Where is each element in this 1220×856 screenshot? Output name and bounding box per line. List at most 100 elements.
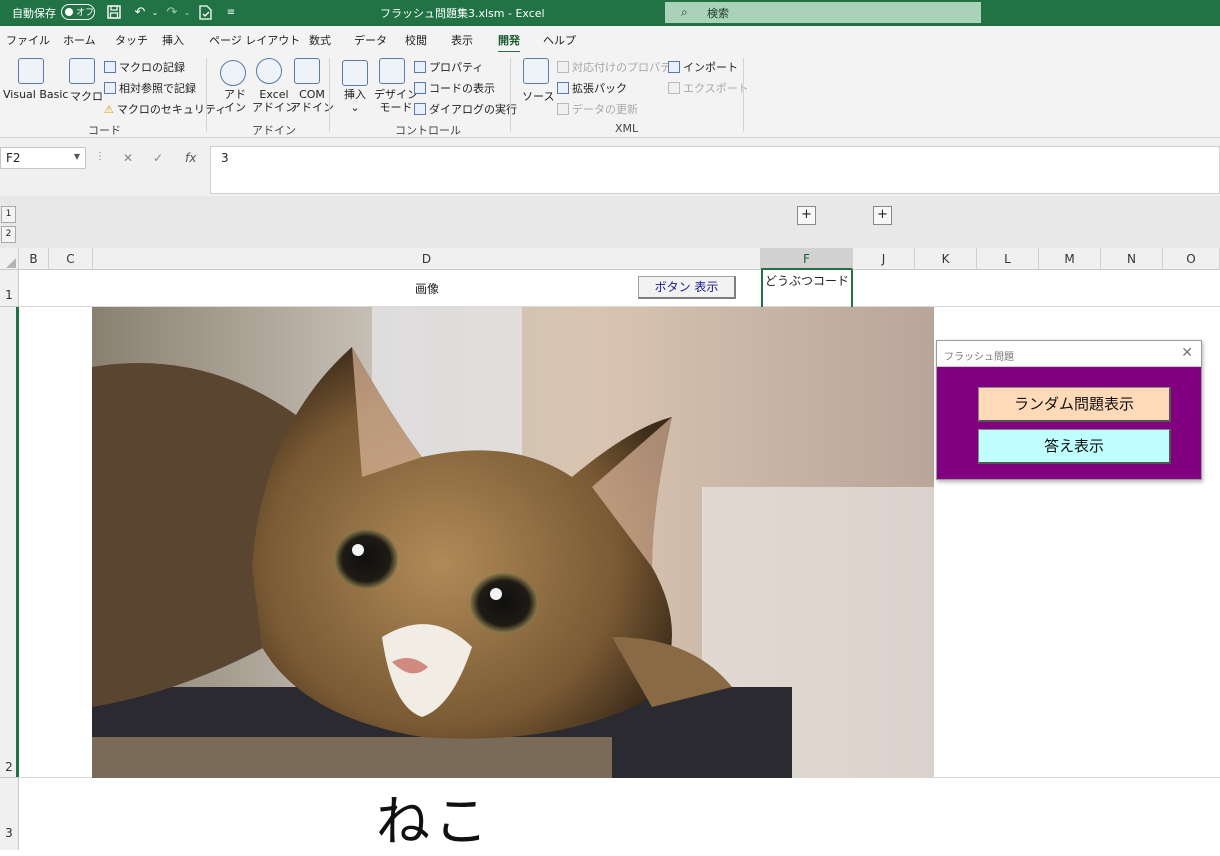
com-addin-button[interactable]: COM アドイン [290, 88, 334, 114]
macro-icon [69, 58, 95, 84]
select-all-corner[interactable] [0, 248, 19, 270]
warning-icon: ⚠ [104, 103, 114, 116]
insert-control-button[interactable]: 挿入 ⌄ [344, 88, 366, 114]
outline-level-2-button[interactable]: 2 [1, 226, 16, 243]
row-header-1[interactable]: 1 [0, 288, 18, 302]
excel-addin-label-1: Excel [259, 88, 289, 101]
column-header-k[interactable]: K [915, 248, 977, 270]
xml-source-icon [523, 58, 549, 84]
row-headers: 1 2 3 [0, 270, 19, 850]
addin-label-2: イン [224, 101, 246, 114]
column-header-j[interactable]: J [853, 248, 915, 270]
view-code-label: コードの表示 [429, 82, 495, 95]
import-button[interactable]: インポート [668, 59, 738, 75]
autosave-toggle[interactable]: オフ [61, 4, 95, 20]
column-header-c[interactable]: C [49, 248, 93, 270]
document-icon[interactable] [196, 3, 214, 21]
tab-home[interactable]: ホーム [63, 32, 96, 48]
run-dialog-label: ダイアログの実行 [429, 103, 517, 116]
column-headers: B C D F J K L M N O [0, 248, 1220, 270]
refresh-data-button[interactable]: データの更新 [557, 101, 638, 117]
tab-view[interactable]: 表示 [451, 32, 473, 48]
tab-data[interactable]: データ [354, 32, 387, 48]
map-properties-button[interactable]: 対応付けのプロパティ [557, 59, 681, 75]
xml-source-button[interactable]: ソース [522, 88, 554, 104]
group-separator [206, 58, 207, 132]
column-header-m[interactable]: M [1039, 248, 1101, 270]
visual-basic-button[interactable]: Visual Basic [3, 88, 68, 101]
controls-group-label: コントロール [395, 124, 461, 137]
save-icon[interactable] [105, 3, 123, 21]
export-button[interactable]: エクスポート [668, 80, 749, 96]
addin-label-1: アド [224, 88, 246, 101]
view-code-button[interactable]: コードの表示 [414, 80, 495, 96]
cell-d1[interactable]: 画像 [415, 280, 439, 297]
column-header-o[interactable]: O [1163, 248, 1220, 270]
column-header-n[interactable]: N [1101, 248, 1163, 270]
undo-dropdown-icon[interactable]: ⌄ [146, 3, 164, 21]
show-answer-button[interactable]: 答え表示 [978, 429, 1171, 464]
addin-button[interactable]: アド イン [224, 88, 246, 114]
expansion-packs-button[interactable]: 拡張パック [557, 80, 627, 96]
insert-function-icon[interactable]: fx [185, 151, 196, 165]
random-question-button[interactable]: ランダム問題表示 [978, 387, 1171, 422]
properties-label: プロパティ [429, 61, 484, 74]
row-header-2[interactable]: 2 [0, 760, 18, 774]
design-mode-button[interactable]: デザイン モード [374, 88, 418, 114]
customize-qat-icon[interactable]: ≡ [222, 3, 240, 21]
close-icon[interactable]: ✕ [1181, 345, 1193, 361]
autosave-label: 自動保存 [12, 7, 56, 20]
record-macro-icon [104, 61, 116, 73]
tab-help[interactable]: ヘルプ [543, 32, 576, 48]
formula-input[interactable]: 3 [210, 146, 1220, 194]
tab-developer[interactable]: 開発 [498, 32, 520, 53]
expansion-packs-label: 拡張パック [572, 82, 627, 95]
macro-security-button[interactable]: ⚠ マクロのセキュリティ [104, 101, 226, 117]
tab-review[interactable]: 校閲 [405, 32, 427, 48]
redo-dropdown-icon[interactable]: ⌄ [178, 3, 196, 21]
relative-ref-icon [104, 82, 116, 94]
column-header-l[interactable]: L [977, 248, 1039, 270]
name-box[interactable]: F2 ▼ [0, 147, 86, 169]
tab-insert[interactable]: 挿入 [162, 32, 184, 48]
cat-photo [92, 307, 934, 778]
answer-word: ねこ [376, 790, 492, 853]
record-macro-button[interactable]: マクロの記録 [104, 59, 185, 75]
expand-group-icon[interactable]: + [797, 206, 816, 225]
relative-ref-button[interactable]: 相対参照で記録 [104, 80, 196, 96]
tab-touch[interactable]: タッチ [115, 32, 148, 48]
group-separator [510, 58, 511, 132]
column-header-d[interactable]: D [93, 248, 761, 270]
search-icon: ⌕ [681, 5, 688, 19]
macro-button[interactable]: マクロ [70, 88, 103, 104]
tab-formulas[interactable]: 数式 [309, 32, 331, 48]
show-button[interactable]: ボタン 表示 [638, 276, 736, 299]
search-box[interactable]: ⌕ 検索 [665, 2, 981, 23]
xml-group-label: XML [615, 122, 639, 135]
com-addin-label-1: COM [299, 88, 325, 101]
cancel-icon[interactable]: ✕ [123, 151, 133, 165]
name-box-value: F2 [6, 151, 21, 165]
row-header-3[interactable]: 3 [0, 826, 18, 840]
enter-icon[interactable]: ✓ [153, 151, 163, 165]
com-addin-label-2: アドイン [290, 101, 334, 114]
run-dialog-button[interactable]: ダイアログの実行 [414, 101, 517, 117]
tab-file[interactable]: ファイル [6, 32, 50, 48]
expansion-packs-icon [557, 82, 569, 94]
column-header-f[interactable]: F [761, 248, 853, 270]
visual-basic-icon [18, 58, 44, 84]
refresh-data-icon [557, 103, 569, 115]
properties-button[interactable]: プロパティ [414, 59, 483, 75]
outline-bar: 1 2 + + [0, 196, 1220, 248]
map-properties-label: 対応付けのプロパティ [572, 61, 682, 74]
search-placeholder: 検索 [707, 7, 729, 20]
group-separator [743, 58, 744, 132]
column-header-b[interactable]: B [19, 248, 49, 270]
expand-group-icon[interactable]: + [873, 206, 892, 225]
document-title: フラッシュ問題集3.xlsm - Excel [380, 7, 545, 20]
chevron-down-icon[interactable]: ▼ [74, 152, 80, 161]
record-macro-label: マクロの記録 [119, 61, 185, 74]
tab-page-layout[interactable]: ページ レイアウト [209, 32, 300, 48]
row-divider [0, 777, 19, 778]
outline-level-1-button[interactable]: 1 [1, 206, 16, 223]
